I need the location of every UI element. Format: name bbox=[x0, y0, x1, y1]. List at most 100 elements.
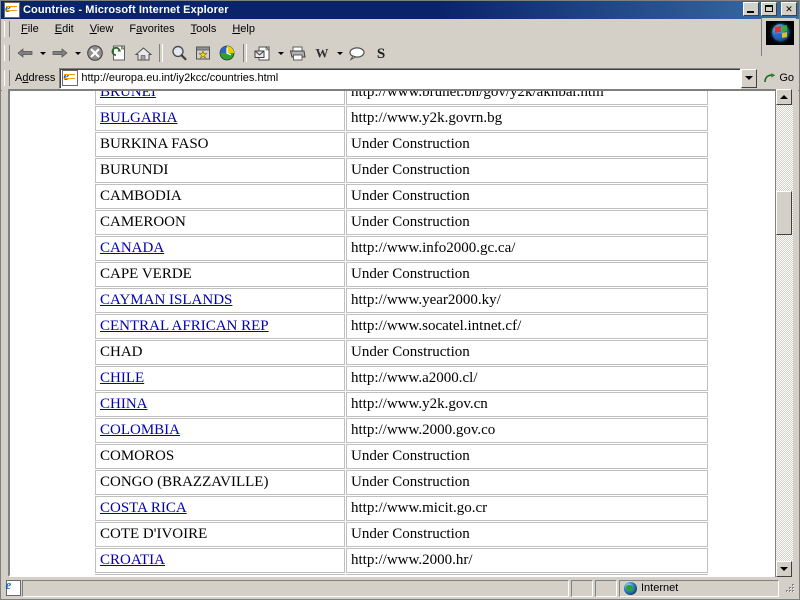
country-link[interactable]: BULGARIA bbox=[100, 110, 178, 126]
s-logo-icon: S bbox=[377, 46, 385, 61]
mail-dropdown-arrow-icon[interactable] bbox=[275, 42, 286, 64]
security-zone-label: Internet bbox=[641, 582, 679, 594]
forward-dropdown-arrow-icon[interactable] bbox=[72, 42, 83, 64]
edit-dropdown-arrow-icon[interactable] bbox=[334, 42, 345, 64]
toolbar-grip[interactable] bbox=[4, 45, 10, 61]
minimize-icon bbox=[747, 11, 754, 13]
restore-icon bbox=[765, 5, 773, 12]
address-value: http://europa.eu.int/iy2kcc/countries.ht… bbox=[81, 72, 279, 84]
table-row: COTE D'IVOIRE Under Construction bbox=[95, 522, 708, 547]
url-cell: Under Construction bbox=[346, 522, 708, 547]
country-cell: CROATIA bbox=[95, 548, 345, 573]
country-link[interactable]: CENTRAL AFRICAN REP bbox=[100, 318, 269, 334]
countries-table: BRUNEI http://www.brunet.bn/gov/y2k/akhba… bbox=[94, 91, 709, 575]
resize-grip[interactable] bbox=[782, 581, 796, 595]
country-link[interactable]: BRUNEI bbox=[100, 91, 156, 100]
discuss-button[interactable] bbox=[346, 42, 368, 64]
search-button[interactable] bbox=[168, 42, 190, 64]
table-row: CUBAhttp://www.islagrande.com/y2k/asp/de… bbox=[95, 574, 708, 575]
table-row: CANADA http://www.info2000.gc.ca/ bbox=[95, 236, 708, 261]
scroll-up-arrow-icon bbox=[780, 95, 788, 99]
vertical-scrollbar[interactable] bbox=[775, 89, 793, 577]
country-link[interactable]: CAYMAN ISLANDS bbox=[100, 292, 232, 308]
country-cell: CAYMAN ISLANDS bbox=[95, 288, 345, 313]
menu-item-tools[interactable]: Tools bbox=[183, 21, 225, 37]
window-title: Countries - Microsoft Internet Explorer bbox=[23, 4, 229, 16]
country-cell: CENTRAL AFRICAN REP bbox=[95, 314, 345, 339]
url-text: http://www.y2k.gov.cn bbox=[351, 396, 488, 412]
country-link[interactable]: COSTA RICA bbox=[100, 500, 187, 516]
menu-bar-grip[interactable] bbox=[4, 21, 10, 37]
country-label: CHAD bbox=[100, 344, 143, 360]
refresh-button[interactable] bbox=[108, 42, 130, 64]
scroll-down-button[interactable] bbox=[776, 561, 792, 577]
stop-button[interactable] bbox=[84, 42, 106, 64]
country-cell: COLOMBIA bbox=[95, 418, 345, 443]
home-icon bbox=[134, 46, 152, 60]
address-dropdown-button[interactable] bbox=[741, 68, 758, 88]
ie-logo-icon bbox=[766, 21, 794, 45]
country-link[interactable]: CROATIA bbox=[100, 552, 165, 568]
menu-item-view[interactable]: View bbox=[82, 21, 122, 37]
country-label: CONGO (BRAZZAVILLE) bbox=[100, 474, 269, 490]
country-cell: BULGARIA bbox=[95, 106, 345, 131]
mail-button[interactable] bbox=[252, 42, 274, 64]
favorites-button[interactable] bbox=[192, 42, 214, 64]
status-text: Under Construction bbox=[351, 448, 470, 464]
url-cell: Under Construction bbox=[346, 184, 708, 209]
country-cell: BURUNDI bbox=[95, 158, 345, 183]
country-label: BURKINA FASO bbox=[100, 136, 209, 152]
status-message bbox=[22, 579, 569, 597]
country-link[interactable]: CANADA bbox=[100, 240, 164, 256]
address-input[interactable]: http://europa.eu.int/iy2kcc/countries.ht… bbox=[59, 67, 742, 89]
forward-button[interactable] bbox=[49, 42, 71, 64]
menu-item-edit[interactable]: Edit bbox=[47, 21, 82, 37]
country-link[interactable]: CHINA bbox=[100, 396, 148, 412]
scrollbar-track[interactable] bbox=[776, 105, 793, 561]
url-cell: Under Construction bbox=[346, 132, 708, 157]
country-cell: CHAD bbox=[95, 340, 345, 365]
go-button[interactable]: Go bbox=[760, 68, 799, 88]
menu-item-file[interactable]: File bbox=[13, 21, 47, 37]
country-cell: BRUNEI bbox=[95, 91, 345, 105]
url-text: http://www.a2000.cl/ bbox=[351, 370, 478, 386]
address-bar-grip[interactable] bbox=[4, 70, 10, 86]
edit-button[interactable]: W bbox=[311, 42, 333, 64]
url-cell: Under Construction bbox=[346, 158, 708, 183]
history-clock-icon bbox=[219, 45, 235, 61]
minimize-button[interactable] bbox=[743, 2, 759, 16]
country-cell: CAPE VERDE bbox=[95, 262, 345, 287]
scrollbar-thumb[interactable] bbox=[776, 191, 792, 235]
history-button[interactable] bbox=[216, 42, 238, 64]
close-button[interactable]: ✕ bbox=[781, 2, 797, 16]
table-row: BULGARIA http://www.y2k.govrn.bg bbox=[95, 106, 708, 131]
country-link[interactable]: CHILE bbox=[100, 370, 144, 386]
messenger-button[interactable]: S bbox=[370, 42, 392, 64]
table-row: BRUNEI http://www.brunet.bn/gov/y2k/akhba… bbox=[95, 91, 708, 105]
menu-item-help[interactable]: Help bbox=[224, 21, 263, 37]
url-cell: http://www.y2k.govrn.bg bbox=[346, 106, 708, 131]
country-cell: CANADA bbox=[95, 236, 345, 261]
menu-items: File Edit View Favorites Tools Help bbox=[13, 19, 263, 39]
menu-item-favorites[interactable]: Favorites bbox=[121, 21, 182, 37]
country-label: COMOROS bbox=[100, 448, 175, 464]
security-zone-indicator[interactable]: Internet bbox=[619, 579, 779, 597]
status-pane-extra-2 bbox=[595, 579, 617, 597]
favorites-star-icon bbox=[196, 46, 210, 60]
url-text: http://www.2000.gov.co bbox=[351, 422, 496, 438]
resize-grip-icon bbox=[786, 584, 794, 592]
country-label: CAMBODIA bbox=[100, 188, 182, 204]
home-button[interactable] bbox=[132, 42, 154, 64]
url-cell: http://www.2000.hr/ bbox=[346, 548, 708, 573]
window-controls: ✕ bbox=[743, 2, 797, 16]
back-dropdown-arrow-icon[interactable] bbox=[37, 42, 48, 64]
print-button[interactable] bbox=[287, 42, 309, 64]
refresh-icon bbox=[111, 45, 126, 61]
page-document: BRUNEI http://www.brunet.bn/gov/y2k/akhba… bbox=[10, 91, 775, 575]
country-link[interactable]: COLOMBIA bbox=[100, 422, 180, 438]
scroll-up-button[interactable] bbox=[776, 89, 792, 105]
back-button[interactable] bbox=[14, 42, 36, 64]
restore-button[interactable] bbox=[761, 2, 777, 16]
country-label: BURUNDI bbox=[100, 162, 169, 178]
url-cell: http://www.brunet.bn/gov/y2k/akhbar.htm bbox=[346, 91, 708, 105]
